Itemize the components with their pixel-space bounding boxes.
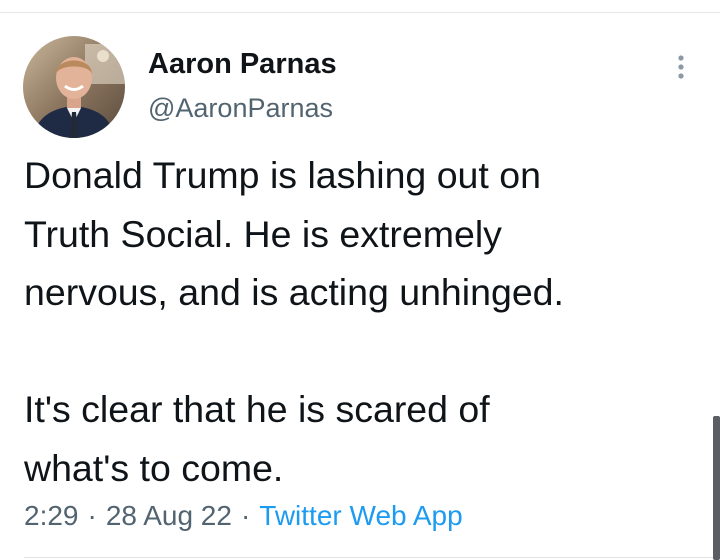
more-vertical-icon [678,55,684,79]
meta-separator: · [240,500,251,531]
author-info: Aaron Parnas @AaronParnas [148,46,337,124]
scrollbar[interactable] [713,416,720,560]
tweet-date[interactable]: 28 Aug 22 [106,500,232,531]
tweet: Aaron Parnas @AaronParnas Donald Trump i… [0,0,720,560]
meta-separator: · [87,500,97,531]
tweet-source-link[interactable]: Twitter Web App [259,500,462,531]
tweet-time[interactable]: 2:29 [24,500,79,531]
avatar[interactable] [23,36,125,138]
tweet-meta: 2:29 · 28 Aug 22 · Twitter Web App [24,498,463,534]
bottom-divider [24,557,720,558]
author-display-name[interactable]: Aaron Parnas [148,46,337,82]
tweet-text: Donald Trump is lashing out on Truth Soc… [24,154,564,489]
more-options-button[interactable] [666,52,696,82]
author-handle[interactable]: @AaronParnas [148,92,337,124]
avatar-image [23,36,125,138]
